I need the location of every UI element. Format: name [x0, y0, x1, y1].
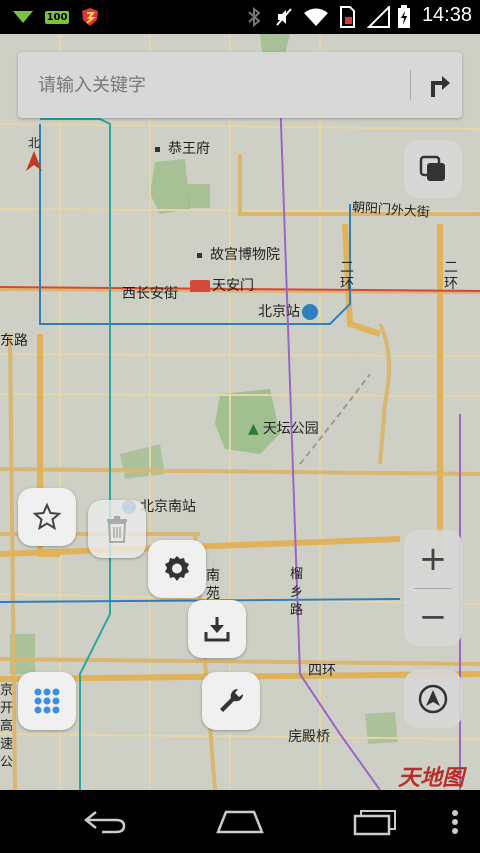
wrench-icon: [220, 688, 244, 712]
road-sihuan: 四环: [308, 663, 336, 679]
north-indicator: 北: [24, 134, 44, 175]
poi-beijingzhan[interactable]: 北京站: [258, 301, 318, 321]
recents-icon: [353, 809, 396, 835]
wifi-icon: [302, 6, 330, 28]
zoom-in-button[interactable]: +: [404, 530, 462, 588]
tiananmen-icon: [190, 280, 210, 292]
north-arrow-icon: [26, 151, 42, 171]
more-vertical-icon: [452, 809, 458, 834]
apps-menu-button[interactable]: [18, 672, 76, 730]
sim-icon: [336, 6, 358, 28]
download-button[interactable]: [188, 600, 246, 658]
tree-icon: ▲: [248, 421, 259, 437]
bluetooth-icon: [244, 6, 264, 28]
park-area: [188, 184, 210, 208]
poi-gongwangfu[interactable]: 恭王府: [155, 138, 210, 158]
station-icon: [302, 304, 318, 320]
search-input[interactable]: [18, 52, 393, 118]
back-button[interactable]: [70, 790, 140, 853]
park-area: [120, 444, 165, 479]
signal-icon: [366, 6, 392, 28]
back-arrow-icon: [83, 810, 126, 833]
tianditu-watermark: 天地图: [398, 765, 465, 791]
overflow-menu-button[interactable]: [440, 790, 470, 853]
place-maodianqiao: 庑殿桥: [288, 729, 330, 745]
north-label: 北: [27, 136, 40, 150]
wifi-tray-icon: [10, 6, 36, 28]
app-shield-icon: [78, 6, 102, 28]
layers-button[interactable]: [404, 140, 462, 198]
recents-button[interactable]: [340, 790, 410, 853]
star-icon: [32, 502, 62, 531]
road-nanyuan: 南苑: [206, 568, 220, 602]
notification-badge-icon: 100: [44, 6, 70, 28]
road-left-edge: 京开高速公: [0, 683, 14, 770]
poi-gugong[interactable]: 故宫博物院: [197, 244, 280, 264]
locate-button[interactable]: [404, 670, 462, 728]
search-bar: [18, 52, 462, 118]
trash-icon: [107, 516, 127, 543]
search-divider: [410, 70, 411, 100]
notification-badge-text: 100: [44, 10, 70, 24]
zoom-control: + −: [404, 530, 462, 646]
favorites-button[interactable]: [18, 488, 76, 546]
layers-icon: [419, 155, 445, 181]
grid-icon: [34, 688, 60, 714]
delete-button[interactable]: [88, 500, 146, 558]
road-erhuan-a: 二环: [340, 260, 354, 292]
poi-tiantan[interactable]: ▲ 天坛公园: [248, 418, 319, 438]
status-bar: 100 14:38: [0, 0, 480, 34]
clock: 14:38: [421, 4, 472, 26]
road-erhuan-b: 二环: [444, 260, 458, 292]
tools-button[interactable]: [202, 672, 260, 730]
route-button[interactable]: [418, 62, 462, 108]
settings-button[interactable]: [148, 540, 206, 598]
route-turn-icon: [431, 76, 450, 97]
home-icon: [216, 810, 264, 833]
zoom-out-button[interactable]: −: [404, 588, 462, 646]
park-area: [365, 712, 398, 744]
home-button[interactable]: [205, 790, 275, 853]
mute-icon: [272, 6, 296, 28]
poi-tiananmen[interactable]: 天安门: [190, 275, 254, 295]
road-liuxiang: 榴乡路: [290, 567, 304, 618]
road-xichanganjie: 西长安街: [122, 286, 178, 302]
park-area: [150, 159, 190, 214]
park-area: [260, 34, 290, 54]
navigation-bar: [0, 790, 480, 853]
gear-icon: [165, 556, 189, 581]
road-dong-lu: 东路: [0, 333, 28, 349]
navigation-arrow-icon: [418, 684, 448, 714]
battery-icon: [396, 5, 412, 28]
download-icon: [204, 617, 230, 642]
